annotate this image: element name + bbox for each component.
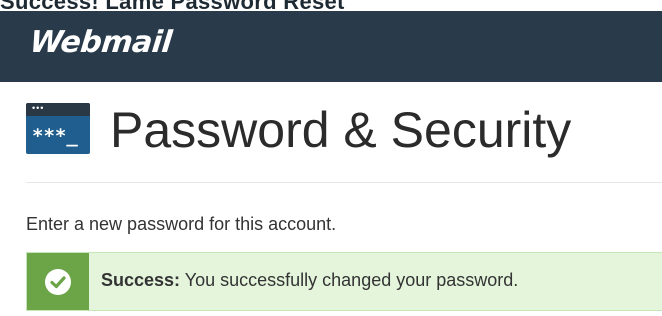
divider: [26, 182, 662, 183]
alert-icon-box: [27, 253, 89, 310]
password-terminal-icon: ••• ***_: [26, 103, 90, 154]
brand-logo[interactable]: Webmail: [28, 25, 173, 60]
alert-strong: Success:: [101, 270, 181, 290]
webmail-header: Webmail: [0, 11, 662, 82]
top-strip-text: Success! Lame Password Reset: [0, 0, 345, 11]
alert-message: Success: You successfully changed your p…: [101, 270, 518, 291]
instructions-text: Enter a new password for this account.: [26, 214, 337, 234]
page-title: Password & Security: [110, 102, 572, 158]
top-strip: Success! Lame Password Reset: [0, 0, 662, 11]
alert-body: You successfully changed your password.: [184, 270, 519, 290]
terminal-dots: •••: [32, 103, 45, 113]
check-circle-icon: [45, 269, 71, 295]
password-glyph: ***_: [32, 125, 78, 147]
success-alert: Success: You successfully changed your p…: [26, 252, 662, 311]
